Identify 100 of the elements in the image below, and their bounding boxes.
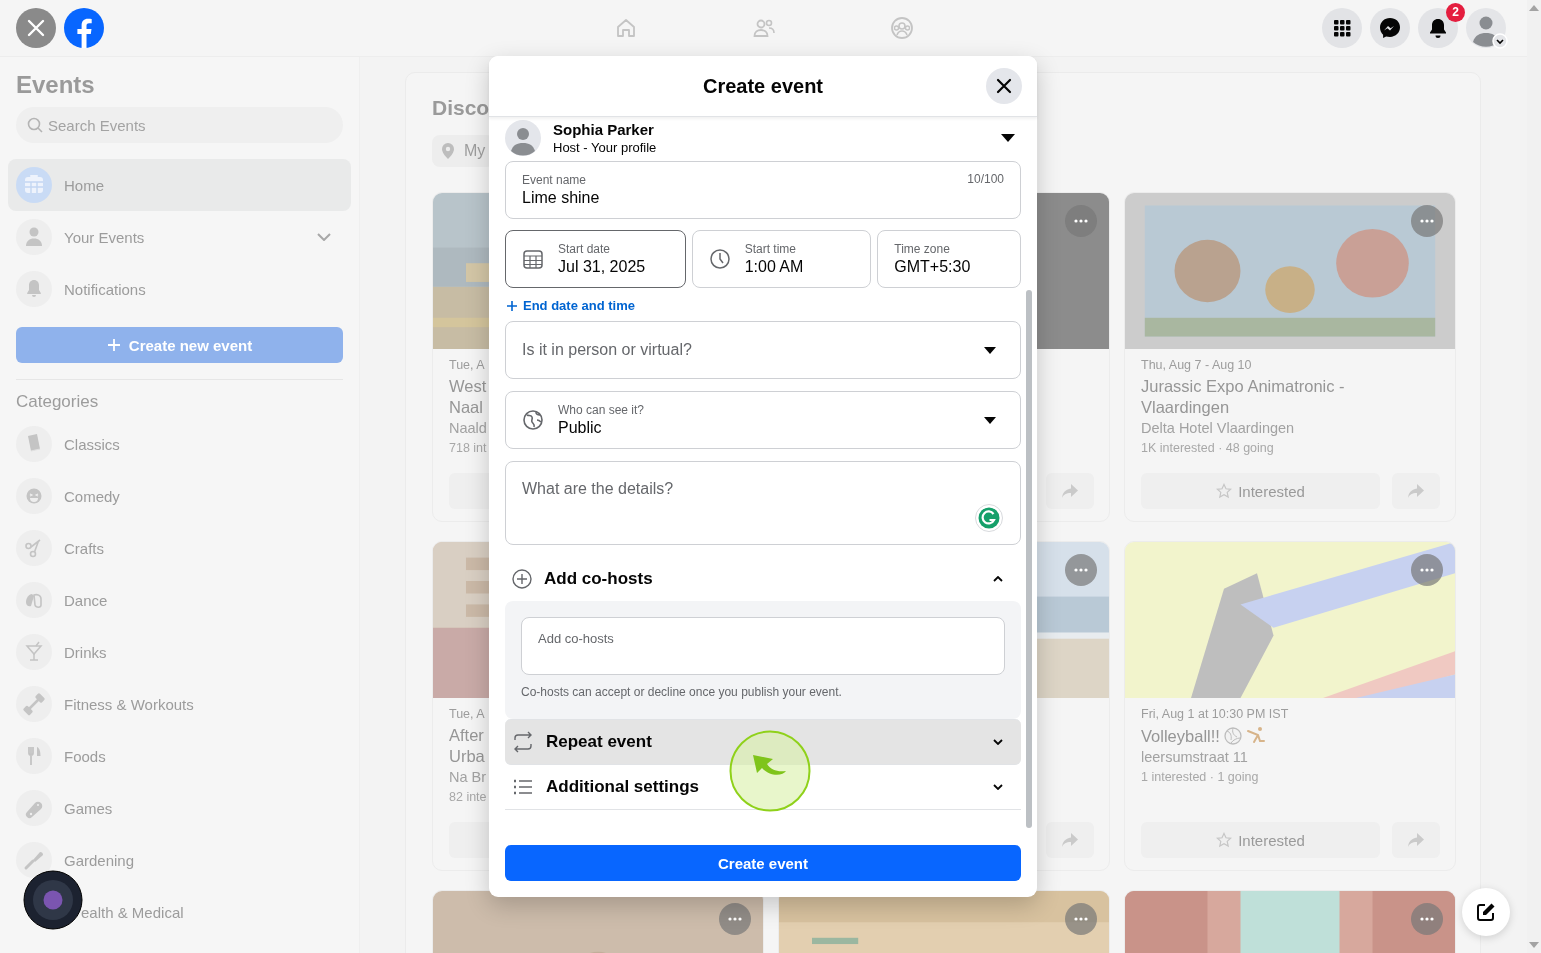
scissors-icon (16, 530, 52, 566)
host-selector[interactable]: Sophia Parker Host - Your profile (505, 117, 1021, 159)
click-highlight-icon (729, 730, 811, 812)
event-location: leersumstraat 11 (1141, 748, 1248, 767)
star-icon (1216, 483, 1233, 499)
dropdown-caret-icon (1001, 134, 1015, 142)
event-stats: 1K interested · 48 going (1141, 440, 1274, 457)
end-date-link[interactable]: End date and time (507, 298, 635, 313)
event-stats: 82 inte (449, 789, 487, 806)
dropdown-caret-icon (984, 416, 996, 424)
scroll-up-icon[interactable] (1529, 5, 1539, 11)
close-button[interactable] (986, 68, 1022, 104)
co-hosts-field[interactable]: Add co-hosts (521, 617, 1005, 675)
messenger-icon[interactable] (1370, 8, 1410, 48)
more-icon (1420, 219, 1434, 223)
close-icon (996, 78, 1012, 94)
event-stats: 718 int (449, 440, 487, 457)
scroll-down-icon[interactable] (1529, 942, 1539, 948)
trowel-icon (16, 842, 52, 878)
share-arrow-icon (1061, 483, 1079, 499)
category-item[interactable]: Foods (16, 730, 343, 782)
ballet-shoes-icon (16, 582, 52, 618)
gamepad-icon (16, 790, 52, 826)
edit-icon (1476, 902, 1496, 922)
share-arrow-icon (1061, 832, 1079, 848)
create-event-button[interactable]: Create event (505, 845, 1021, 881)
apps-grid-icon[interactable] (1322, 8, 1362, 48)
category-item[interactable]: Gardening (16, 834, 343, 886)
plus-icon (106, 338, 121, 352)
category-item[interactable]: Dance (16, 574, 343, 626)
record-button-icon[interactable] (23, 870, 83, 930)
globe-icon (522, 409, 544, 431)
location-pin-icon (442, 143, 454, 159)
sidebar-nav-item[interactable]: Your Events (8, 211, 351, 263)
interested-button[interactable]: Interested (1141, 473, 1380, 509)
new-message-button[interactable] (1462, 888, 1510, 936)
sidebar-nav-item[interactable]: Notifications (8, 263, 351, 315)
notifications-icon[interactable] (1418, 8, 1458, 48)
event-name-field[interactable]: Event name Lime shine 10/100 (505, 161, 1021, 219)
share-button[interactable] (1046, 473, 1094, 509)
more-icon (1420, 917, 1434, 921)
repeat-icon (512, 731, 534, 753)
event-date: Fri, Aug 1 at 10:30 PM IST (1141, 706, 1289, 723)
category-item[interactable]: ealth & Medical (16, 886, 343, 938)
category-item[interactable]: Games (16, 782, 343, 834)
laughing-face-icon (16, 478, 52, 514)
category-item[interactable]: Crafts (16, 522, 343, 574)
event-title: After Urba (449, 725, 485, 767)
repeat-event-row[interactable]: Repeat event (505, 719, 1021, 765)
bell-icon (16, 271, 52, 307)
time-zone-field[interactable]: Time zone GMT+5:30 (877, 230, 1021, 288)
more-icon (1074, 917, 1088, 921)
section-heading: Categories (16, 392, 100, 412)
clock-icon (708, 248, 731, 270)
dialog-title: Create event (702, 74, 824, 98)
share-button[interactable] (1392, 473, 1440, 509)
help-text: Co-hosts can accept or decline once you publish your event. (521, 685, 843, 699)
start-date-field[interactable]: Start date Jul 31, 2025 (505, 230, 686, 288)
calendar-icon (16, 167, 52, 203)
cocktail-glass-icon (16, 634, 52, 670)
dropdown-caret-icon (984, 346, 996, 354)
search-field[interactable]: Search Events (16, 107, 343, 143)
create-new-event-button[interactable]: Create new event (16, 327, 343, 363)
group-icon[interactable] (889, 16, 914, 40)
event-date: Thu, Aug 7 - Aug 10 (1141, 357, 1252, 374)
start-time-field[interactable]: Start time 1:00 AM (691, 230, 872, 288)
share-button[interactable] (1392, 822, 1440, 858)
share-button[interactable] (1046, 822, 1094, 858)
person-icon (16, 219, 52, 255)
book-icon (16, 426, 52, 462)
event-card[interactable]: Thu, Aug 7 - Aug 10 Jurassic Expo Animatronic - Vlaardingen Delta Hotel Vlaardingen 1K interested · 48 going Interested (1124, 192, 1456, 522)
event-stats: 1 interested · 1 going (1141, 769, 1259, 786)
event-card[interactable]: Fri, Aug 1 at 10:30 PM IST Volleyball!! leersumstraat 11 1 interested · 1 going Interested (1124, 541, 1456, 871)
details-field[interactable]: What are the details? (505, 461, 1021, 545)
sidebar-nav-item[interactable]: Home (8, 159, 351, 211)
chevron-down-icon (993, 739, 1003, 745)
add-co-hosts-toggle[interactable]: Add co-hosts (505, 557, 1021, 601)
facebook-logo-icon[interactable] (64, 8, 104, 48)
dumbbell-icon (16, 686, 52, 722)
event-title: West Naal (449, 376, 487, 418)
category-item[interactable]: Classics (16, 418, 343, 470)
grammar-assistant-icon (975, 504, 1003, 532)
privacy-select[interactable]: Who can see it? Public (505, 391, 1021, 449)
more-icon (1074, 219, 1088, 223)
event-type-select[interactable]: Is it in person or virtual? (505, 321, 1021, 379)
more-icon (1420, 568, 1434, 572)
page-title: Events (16, 71, 96, 99)
chevron-up-icon (993, 576, 1003, 582)
category-item[interactable]: Fitness & Workouts (16, 678, 343, 730)
event-location: Na Br (449, 768, 487, 787)
interested-button[interactable]: Interested (1141, 822, 1380, 858)
category-item[interactable]: Comedy (16, 470, 343, 522)
star-icon (1216, 832, 1233, 848)
event-date: Tue, A (449, 706, 485, 723)
share-arrow-icon (1407, 832, 1425, 848)
more-icon (1074, 568, 1088, 572)
notification-badge: 2 (1446, 3, 1465, 22)
scrollbar-thumb[interactable] (1026, 290, 1032, 828)
close-icon[interactable] (16, 8, 56, 48)
category-item[interactable]: Drinks (16, 626, 343, 678)
